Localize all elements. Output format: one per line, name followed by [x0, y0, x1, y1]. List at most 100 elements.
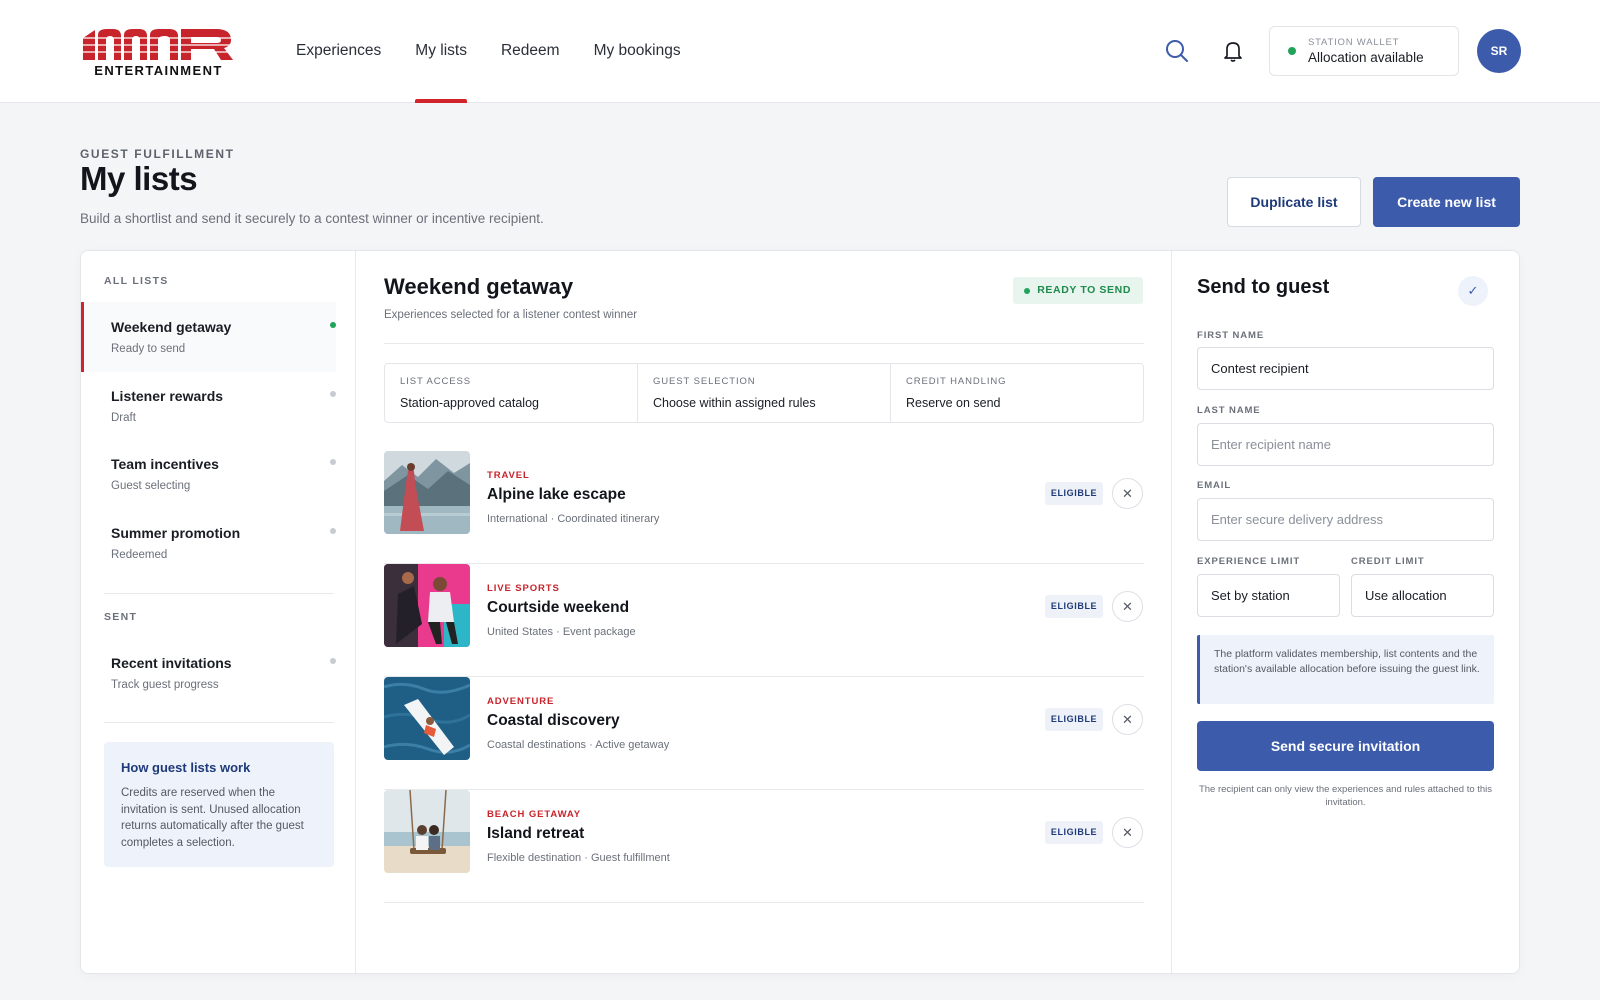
close-icon: ✕: [1122, 825, 1133, 840]
divider: [384, 343, 1144, 344]
list-detail: Weekend getaway Experiences selected for…: [356, 251, 1172, 973]
experience-row[interactable]: TRAVEL Alpine lake escape International …: [384, 451, 1144, 564]
create-new-list-button[interactable]: Create new list: [1373, 177, 1520, 227]
eligible-badge: ELIGIBLE: [1045, 482, 1103, 505]
logo-text: ENTERTAINMENT: [94, 63, 223, 78]
experience-row[interactable]: LIVE SPORTS Courtside weekend United Sta…: [384, 564, 1144, 677]
experience-category: ADVENTURE: [487, 696, 555, 707]
meta-credit-handling: CREDIT HANDLING Reserve on send: [891, 364, 1143, 422]
credit-limit-select[interactable]: Use allocation: [1351, 574, 1494, 617]
lists-workspace: ALL LISTS Weekend getaway Ready to send …: [80, 250, 1520, 974]
experience-details: Flexible destination · Guest fulfillment: [487, 852, 670, 864]
lists-sidebar: ALL LISTS Weekend getaway Ready to send …: [81, 251, 356, 973]
nav-redeem[interactable]: Redeem: [501, 0, 560, 103]
list-item-title: Weekend getaway: [111, 319, 232, 335]
primary-nav: Experiences My lists Redeem My bookings: [296, 0, 715, 103]
email-label: EMAIL: [1197, 480, 1232, 491]
experience-thumbnail-courtside: [384, 564, 470, 647]
experience-limit-select[interactable]: Set by station: [1197, 574, 1340, 617]
meta-key: LIST ACCESS: [400, 376, 471, 387]
brand-logo[interactable]: ENTERTAINMENT: [81, 26, 236, 78]
experience-title: Coastal discovery: [487, 712, 620, 729]
eligible-badge: ELIGIBLE: [1045, 595, 1103, 618]
remove-experience-button[interactable]: ✕: [1112, 817, 1143, 848]
first-name-label: FIRST NAME: [1197, 330, 1265, 341]
list-item-status: Track guest progress: [111, 679, 219, 691]
how-guest-lists-work-panel: How guest lists work Credits are reserve…: [104, 742, 334, 867]
remove-experience-button[interactable]: ✕: [1112, 704, 1143, 735]
validation-notice: The platform validates membership, list …: [1197, 635, 1494, 704]
sidebar-item-listener-rewards[interactable]: Listener rewards Draft: [81, 371, 336, 441]
help-title: How guest lists work: [121, 760, 251, 775]
duplicate-list-button[interactable]: Duplicate list: [1227, 177, 1361, 227]
sidebar-divider: [104, 722, 334, 723]
experience-category: LIVE SPORTS: [487, 583, 560, 594]
send-to-guest-panel: Send to guest ✓ FIRST NAME LAST NAME EMA…: [1172, 251, 1519, 973]
sidebar-item-summer-promotion[interactable]: Summer promotion Redeemed: [81, 508, 336, 578]
user-avatar[interactable]: SR: [1477, 29, 1521, 73]
check-icon: ✓: [1458, 276, 1488, 306]
list-item-status: Redeemed: [111, 549, 168, 561]
ready-status-badge: READY TO SEND: [1013, 277, 1143, 304]
help-body: Credits are reserved when the invitation…: [121, 787, 304, 849]
list-item-title: Recent invitations: [111, 655, 232, 671]
notice-text: The platform validates membership, list …: [1214, 648, 1480, 675]
sidebar-item-team-incentives[interactable]: Team incentives Guest selecting: [81, 439, 336, 509]
list-subtitle: Experiences selected for a listener cont…: [384, 309, 638, 321]
list-item-status: Guest selecting: [111, 480, 191, 492]
nav-experiences[interactable]: Experiences: [296, 0, 381, 103]
list-item-title: Listener rewards: [111, 388, 224, 404]
meta-key: CREDIT HANDLING: [906, 376, 1007, 387]
nav-my-lists[interactable]: My lists: [415, 0, 467, 103]
eligible-badge: ELIGIBLE: [1045, 708, 1103, 731]
close-icon: ✕: [1122, 486, 1133, 501]
status-dot: [330, 391, 336, 397]
last-name-label: LAST NAME: [1197, 405, 1261, 416]
list-settings-summary: LIST ACCESS Station-approved catalog GUE…: [384, 363, 1144, 423]
all-lists-label: ALL LISTS: [104, 275, 169, 287]
experience-row[interactable]: BEACH GETAWAY Island retreat Flexible de…: [384, 790, 1144, 903]
status-dot: [330, 528, 336, 534]
eligible-badge: ELIGIBLE: [1045, 821, 1103, 844]
experience-row[interactable]: ADVENTURE Coastal discovery Coastal dest…: [384, 677, 1144, 790]
sidebar-item-recent-invitations[interactable]: Recent invitations Track guest progress: [81, 638, 336, 708]
experience-details: United States · Event package: [487, 626, 636, 638]
list-title: Weekend getaway: [384, 274, 574, 299]
meta-value: Choose within assigned rules: [653, 396, 816, 410]
sidebar-divider: [104, 593, 334, 594]
wallet-value: Allocation available: [1308, 50, 1424, 65]
page-eyebrow: GUEST FULFILLMENT: [80, 147, 235, 161]
experience-details: International · Coordinated itinerary: [487, 513, 660, 525]
experience-thumbnail-alpine: [384, 451, 470, 534]
meta-key: GUEST SELECTION: [653, 376, 756, 387]
wallet-status-dot: [1288, 47, 1296, 55]
bell-icon[interactable]: [1220, 38, 1246, 64]
send-secure-invitation-button[interactable]: Send secure invitation: [1197, 721, 1494, 771]
first-name-field[interactable]: [1197, 347, 1494, 390]
wallet-label: STATION WALLET: [1308, 37, 1400, 48]
experience-title: Alpine lake escape: [487, 486, 626, 503]
page-title: My lists: [80, 160, 198, 197]
remove-experience-button[interactable]: ✕: [1112, 478, 1143, 509]
station-wallet[interactable]: STATION WALLET Allocation available: [1269, 26, 1459, 76]
experience-thumbnail-island: [384, 790, 470, 873]
nav-my-bookings[interactable]: My bookings: [594, 0, 681, 103]
meta-value: Station-approved catalog: [400, 396, 539, 410]
status-dot: [330, 322, 336, 328]
search-icon[interactable]: [1164, 38, 1190, 64]
list-item-status: Ready to send: [111, 343, 186, 355]
logo-mark: [81, 29, 236, 60]
last-name-field[interactable]: [1197, 423, 1494, 466]
sent-label: SENT: [104, 611, 138, 623]
sidebar-item-weekend-getaway[interactable]: Weekend getaway Ready to send: [81, 302, 336, 372]
list-item-title: Team incentives: [111, 456, 219, 472]
email-field[interactable]: [1197, 498, 1494, 541]
status-dot: [330, 459, 336, 465]
meta-guest-selection: GUEST SELECTION Choose within assigned r…: [638, 364, 891, 422]
meta-list-access: LIST ACCESS Station-approved catalog: [385, 364, 638, 422]
status-dot: [330, 658, 336, 664]
list-item-title: Summer promotion: [111, 525, 241, 541]
experience-limit-label: EXPERIENCE LIMIT: [1197, 556, 1301, 567]
experience-thumbnail-coastal: [384, 677, 470, 760]
remove-experience-button[interactable]: ✕: [1112, 591, 1143, 622]
